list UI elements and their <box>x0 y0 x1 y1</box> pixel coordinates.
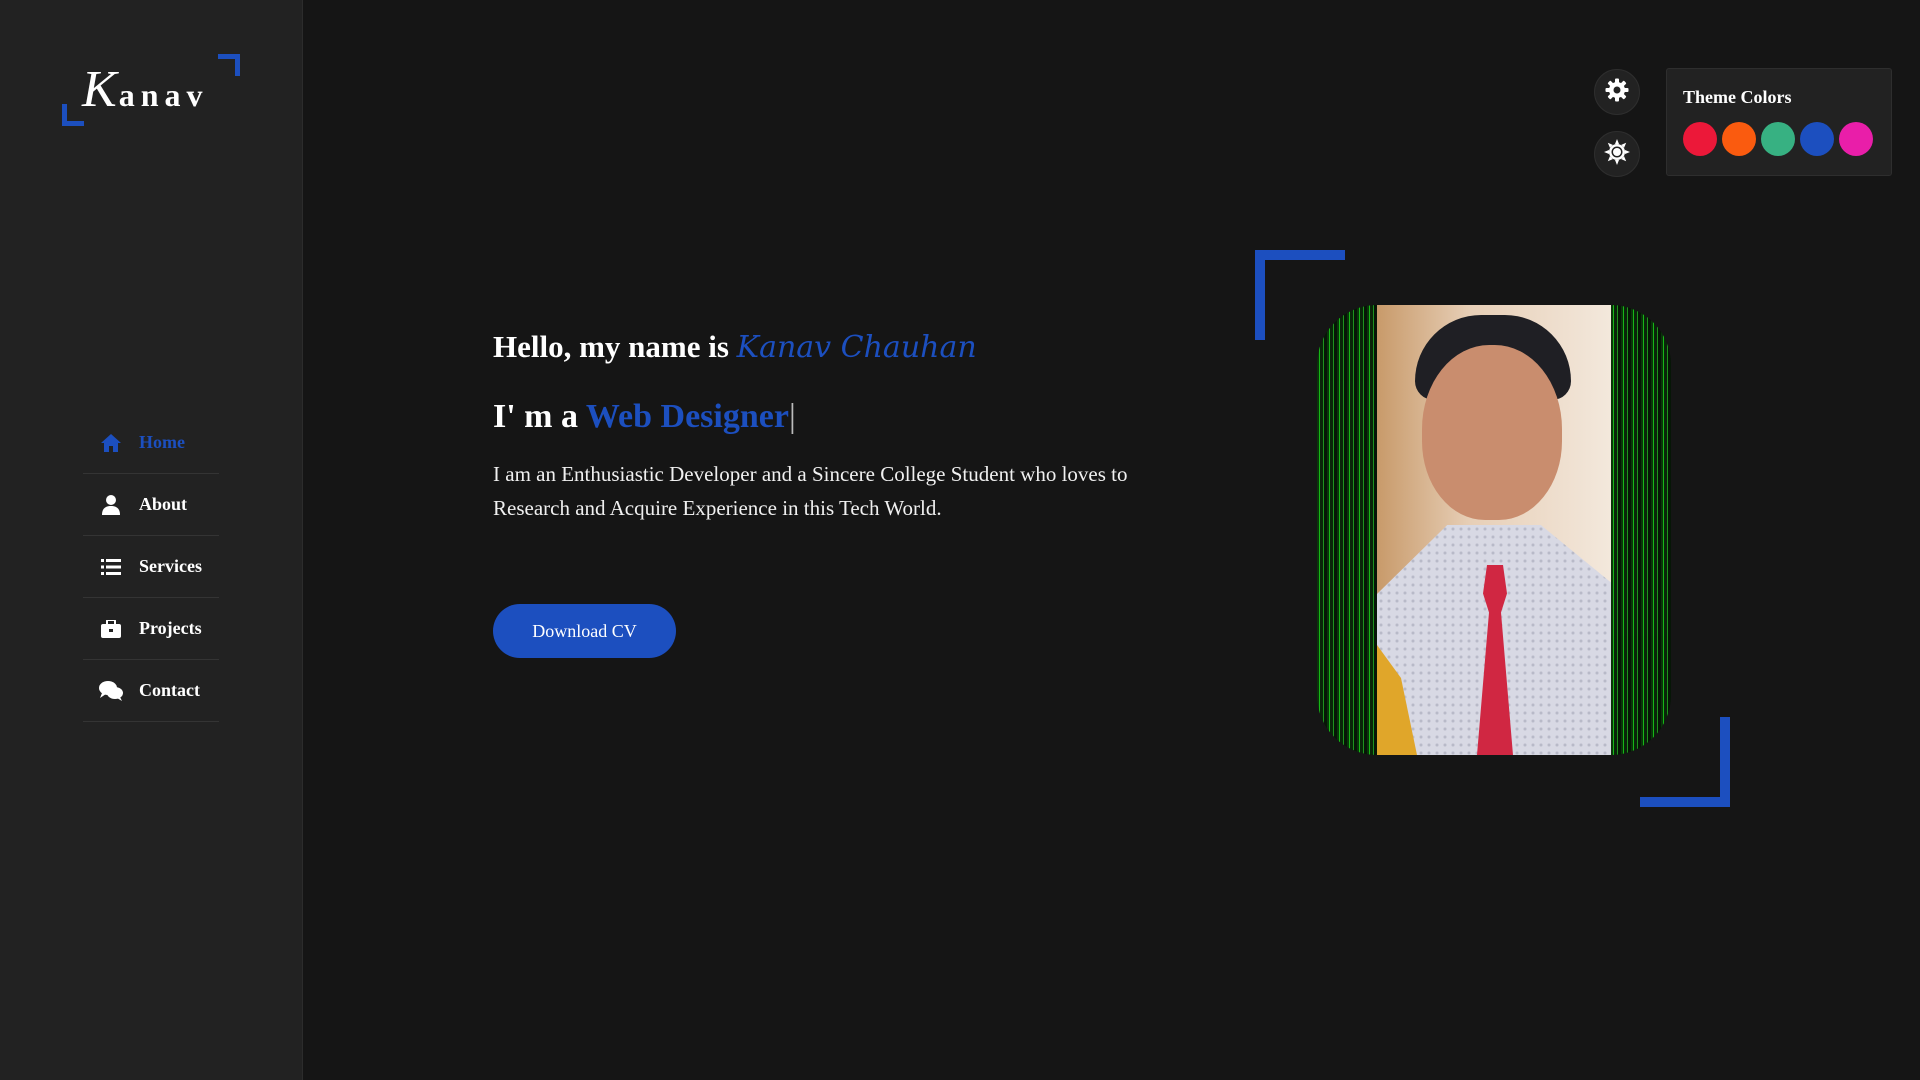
greeting-heading: Hello, my name is Kanav Chauhan <box>493 320 1213 375</box>
role-prefix: I' m a <box>493 398 578 435</box>
user-icon <box>99 494 123 516</box>
logo-rest: anav <box>118 77 209 113</box>
logo-initial: K <box>82 61 119 118</box>
sidebar-nav: Home About Services Projects Contact <box>83 412 219 722</box>
profile-photo-frame <box>1255 250 1730 807</box>
nav-item-about[interactable]: About <box>83 474 219 536</box>
theme-swatches <box>1683 122 1875 156</box>
sidebar: Kanav Home About Services Projects Conta… <box>0 0 303 1080</box>
logo[interactable]: Kanav <box>62 54 240 126</box>
briefcase-icon <box>99 618 123 640</box>
nav-item-projects[interactable]: Projects <box>83 598 219 660</box>
hero-section: Hello, my name is Kanav Chauhan I' m a W… <box>493 320 1213 658</box>
face <box>1422 345 1562 520</box>
page: Kanav Home About Services Projects Conta… <box>0 0 1920 1080</box>
nav-item-label: Services <box>139 556 202 576</box>
theme-swatch-red[interactable] <box>1683 122 1717 156</box>
logo-text: Kanav <box>82 60 208 119</box>
download-cv-button[interactable]: Download CV <box>493 604 676 658</box>
logo-corner-bottom-left <box>62 104 84 126</box>
theme-swatch-orange[interactable] <box>1722 122 1756 156</box>
profile-photo <box>1317 305 1671 755</box>
nav-item-label: About <box>139 494 188 514</box>
nav-item-contact[interactable]: Contact <box>83 660 219 722</box>
nav-item-services[interactable]: Services <box>83 536 219 598</box>
nav-item-label: Projects <box>139 618 202 638</box>
typing-role-word: Web Designer <box>585 398 789 435</box>
person-name: Kanav Chauhan <box>736 330 977 365</box>
matrix-background-right <box>1611 305 1671 755</box>
theme-swatch-pink[interactable] <box>1839 122 1873 156</box>
theme-colors-title: Theme Colors <box>1683 87 1792 107</box>
day-night-toggle[interactable] <box>1594 131 1640 177</box>
nav-item-label: Contact <box>139 680 200 700</box>
style-switcher-toggle[interactable] <box>1594 69 1640 115</box>
sun-icon <box>1604 138 1630 170</box>
nav-item-label: Home <box>139 432 185 452</box>
theme-swatch-green[interactable] <box>1761 122 1795 156</box>
typing-cursor: | <box>788 398 796 435</box>
theme-colors-panel: Theme Colors <box>1666 68 1892 176</box>
nav-item-home[interactable]: Home <box>83 412 219 474</box>
matrix-background-left <box>1317 305 1377 755</box>
theme-swatch-blue[interactable] <box>1800 122 1834 156</box>
gear-icon <box>1605 78 1629 107</box>
role-heading: I' m a Web Designer| <box>493 387 1213 447</box>
person-portrait <box>1377 305 1611 755</box>
hero-description: I am an Enthusiastic Developer and a Sin… <box>493 462 1128 520</box>
greeting-prefix: Hello, my name is <box>493 329 729 364</box>
list-icon <box>99 556 123 578</box>
logo-corner-top-right <box>218 54 240 76</box>
comments-icon <box>99 680 123 702</box>
home-icon <box>99 432 123 454</box>
